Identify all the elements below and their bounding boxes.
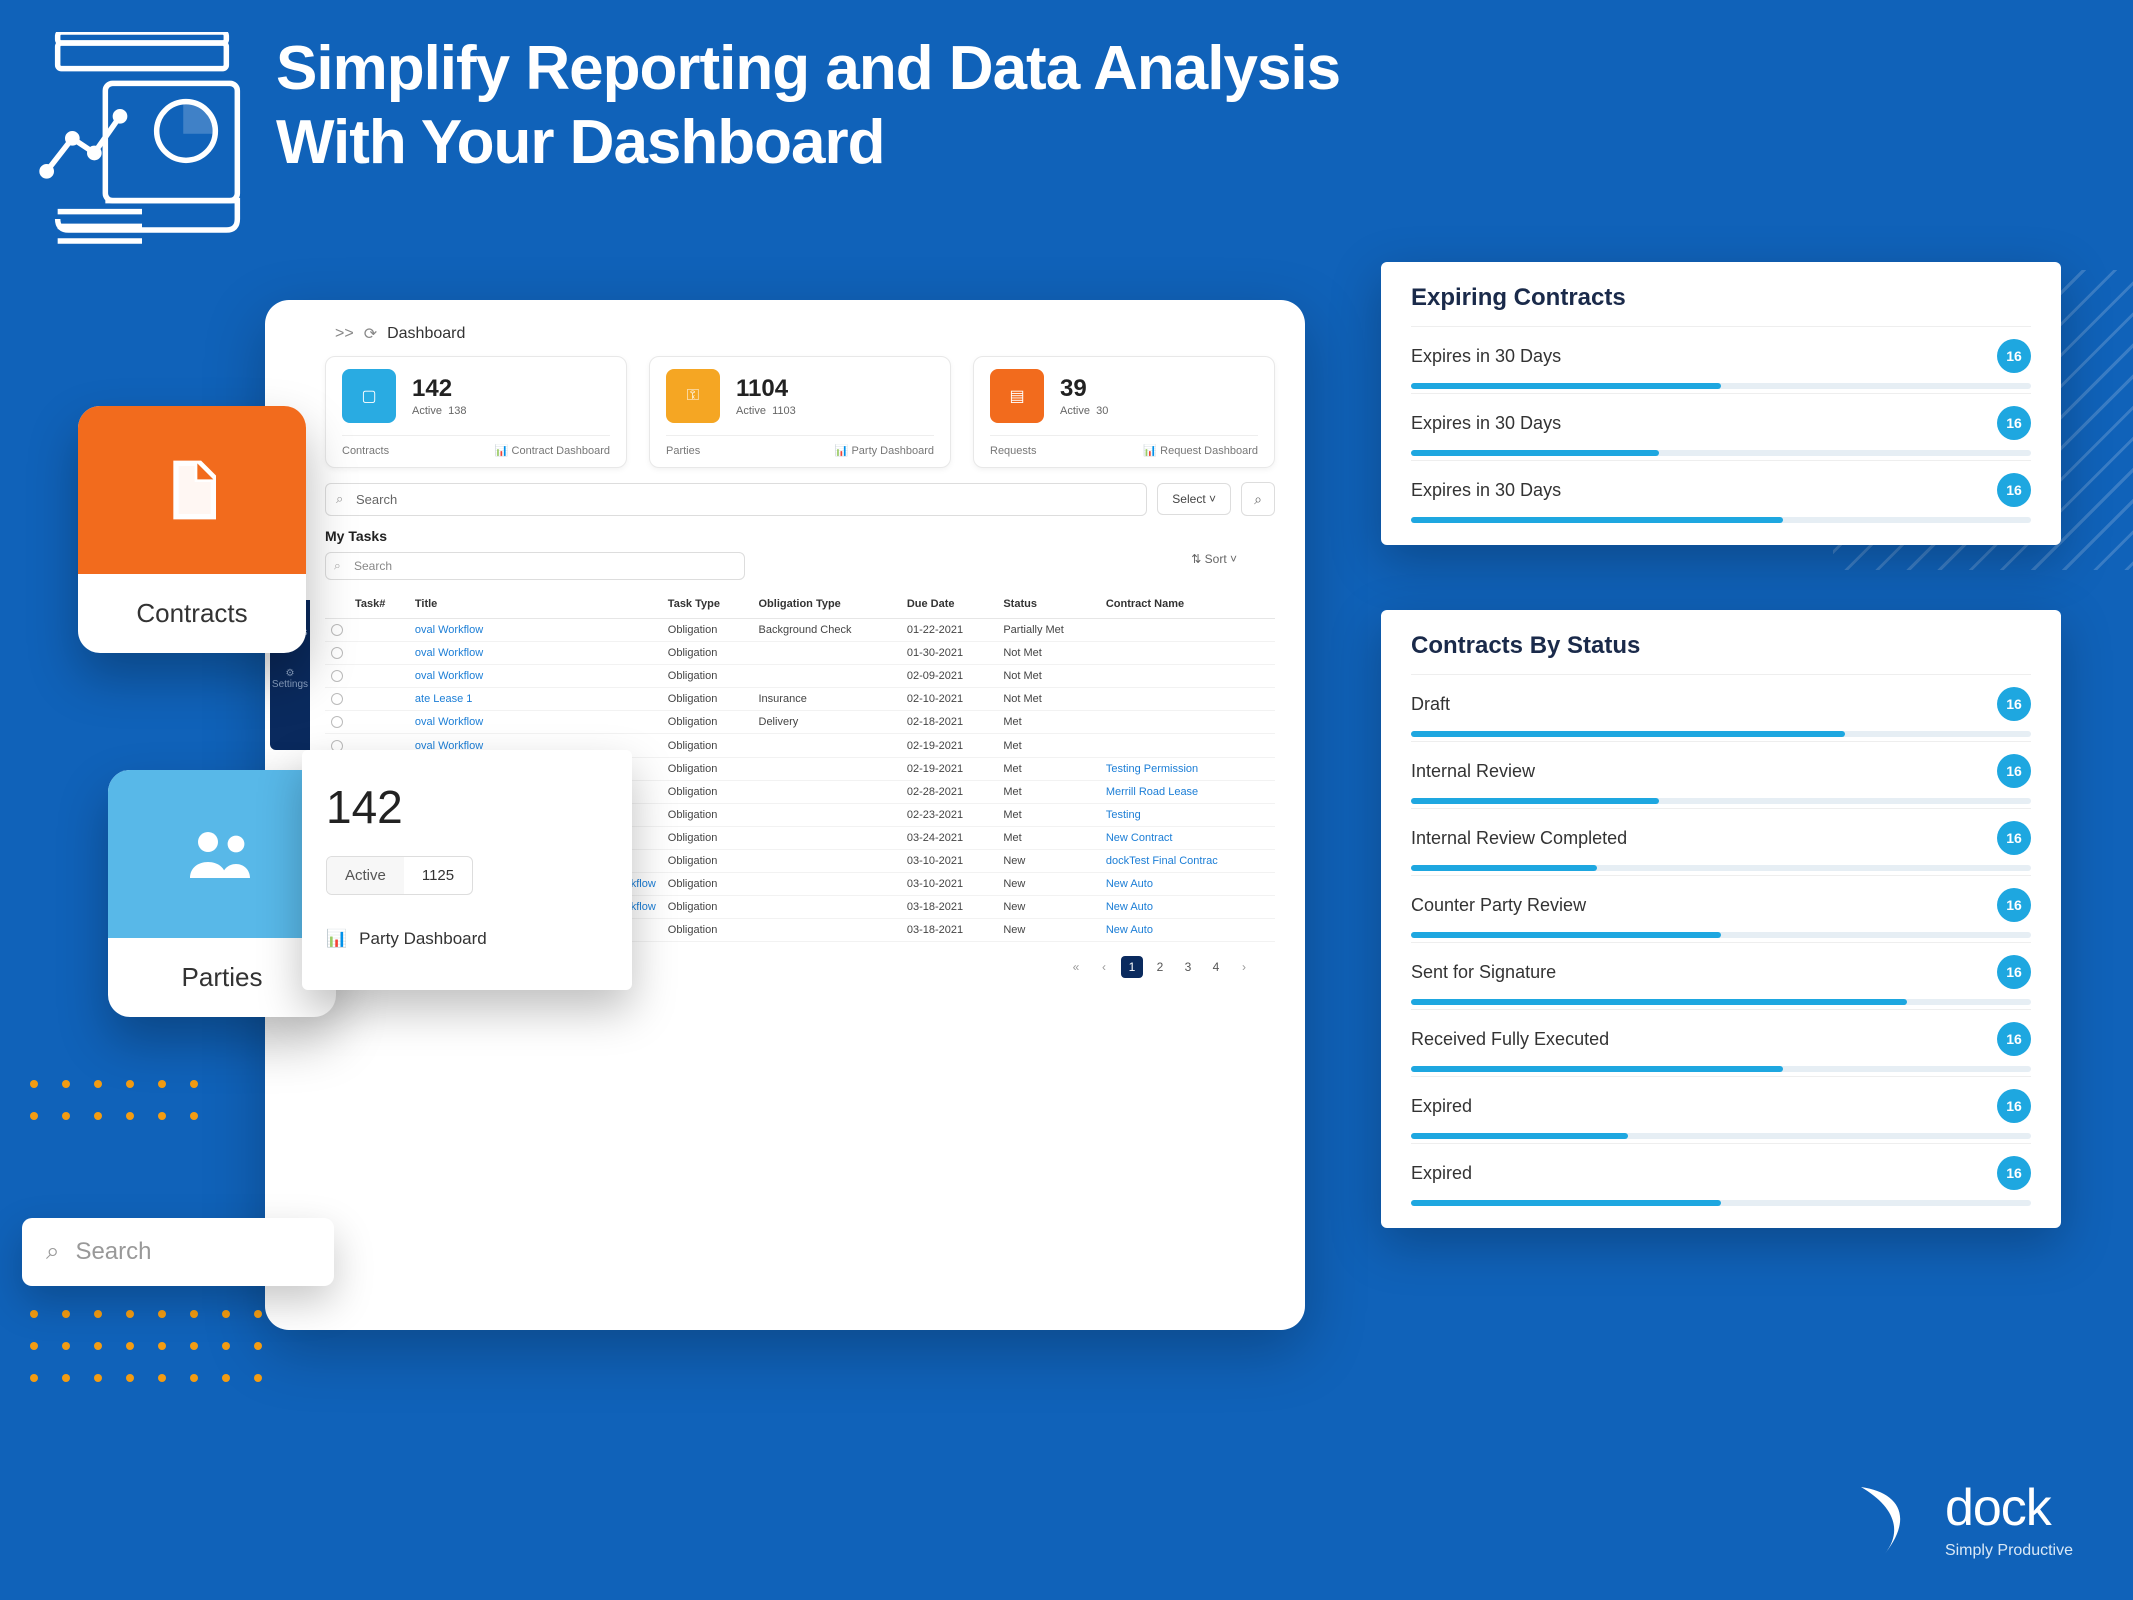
status-row[interactable]: Sent for Signature16 bbox=[1411, 942, 2031, 995]
row-radio[interactable] bbox=[331, 716, 343, 728]
active-badge: Active 1125 bbox=[326, 856, 473, 895]
stat-cards: ▢ 142 Active 138 Contracts📊 Contract Das… bbox=[325, 356, 1275, 468]
expiring-row[interactable]: Expires in 30 Days16 bbox=[1411, 460, 2031, 513]
row-radio[interactable] bbox=[331, 647, 343, 659]
progress-bar bbox=[1411, 1200, 2031, 1206]
party-dashboard-link[interactable]: 📊 Party Dashboard bbox=[326, 929, 608, 949]
status-row[interactable]: Expired16 bbox=[1411, 1143, 2031, 1196]
status-row[interactable]: Counter Party Review16 bbox=[1411, 875, 2031, 928]
expiring-row[interactable]: Expires in 30 Days16 bbox=[1411, 393, 2031, 446]
message-icon: ▤ bbox=[990, 369, 1044, 423]
hero: Simplify Reporting and Data Analysis Wit… bbox=[32, 32, 1340, 252]
dot-decoration bbox=[30, 1310, 262, 1382]
floating-search[interactable]: ⌕ Search bbox=[22, 1218, 334, 1286]
search-icon: ⌕ bbox=[46, 1238, 59, 1266]
brand-logo: dock Simply Productive bbox=[1845, 1478, 2073, 1560]
progress-bar bbox=[1411, 1133, 2031, 1139]
page-4[interactable]: 4 bbox=[1205, 956, 1227, 978]
page-first[interactable]: « bbox=[1065, 956, 1087, 978]
status-row[interactable]: Received Fully Executed16 bbox=[1411, 1009, 2031, 1062]
progress-bar bbox=[1411, 932, 2031, 938]
search-button[interactable]: ⌕ bbox=[1241, 482, 1275, 516]
tile-label: Contracts bbox=[78, 574, 306, 653]
page-next[interactable]: › bbox=[1233, 956, 1255, 978]
tile-contracts[interactable]: Contracts bbox=[78, 406, 306, 653]
progress-bar bbox=[1411, 450, 2031, 456]
table-row[interactable]: oval Workflow Obligation01-30-2021Not Me… bbox=[325, 642, 1275, 665]
status-row[interactable]: Internal Review Completed16 bbox=[1411, 808, 2031, 861]
stat-card-contracts[interactable]: ▢ 142 Active 138 Contracts📊 Contract Das… bbox=[325, 356, 627, 468]
file-icon bbox=[78, 406, 306, 574]
breadcrumb-label: Dashboard bbox=[387, 325, 465, 343]
progress-bar bbox=[1411, 731, 2031, 737]
page-2[interactable]: 2 bbox=[1149, 956, 1171, 978]
progress-bar bbox=[1411, 865, 2031, 871]
progress-bar bbox=[1411, 383, 2031, 389]
progress-bar bbox=[1411, 1066, 2031, 1072]
row-radio[interactable] bbox=[331, 624, 343, 636]
page-prev[interactable]: ‹ bbox=[1093, 956, 1115, 978]
table-row[interactable]: oval Workflow ObligationBackground Check… bbox=[325, 619, 1275, 642]
status-row[interactable]: Draft16 bbox=[1411, 674, 2031, 727]
dot-decoration bbox=[30, 1080, 198, 1120]
refresh-icon[interactable]: ⟳ bbox=[364, 324, 377, 344]
progress-bar bbox=[1411, 999, 2031, 1005]
party-number: 142 bbox=[326, 780, 608, 834]
breadcrumb-arrow: >> bbox=[335, 325, 354, 343]
stat-card-parties[interactable]: ⚿ 1104 Active 1103 Parties📊 Party Dashbo… bbox=[649, 356, 951, 468]
nav-settings[interactable]: ⚙Settings bbox=[272, 668, 308, 690]
document-icon: ▢ bbox=[342, 369, 396, 423]
global-search-input[interactable]: Search bbox=[325, 483, 1147, 516]
status-row[interactable]: Expired16 bbox=[1411, 1076, 2031, 1129]
progress-bar bbox=[1411, 798, 2031, 804]
table-row[interactable]: ate Lease 1 ObligationInsurance02-10-202… bbox=[325, 688, 1275, 711]
expiring-row[interactable]: Expires in 30 Days16 bbox=[1411, 326, 2031, 379]
party-detail-card: 142 Active 1125 📊 Party Dashboard bbox=[302, 750, 632, 990]
chart-icon: 📊 Contract Dashboard bbox=[495, 444, 610, 457]
row-radio[interactable] bbox=[331, 670, 343, 682]
table-row[interactable]: oval Workflow Obligation02-09-2021Not Me… bbox=[325, 665, 1275, 688]
hero-title-line1: Simplify Reporting and Data Analysis bbox=[276, 32, 1340, 106]
page-1[interactable]: 1 bbox=[1121, 956, 1143, 978]
key-icon: ⚿ bbox=[666, 369, 720, 423]
stat-number: 142 bbox=[412, 375, 466, 403]
contracts-by-status-panel: Contracts By Status Draft16 Internal Rev… bbox=[1381, 610, 2061, 1228]
panel-title: Contracts By Status bbox=[1411, 632, 2031, 660]
analytics-icon bbox=[32, 32, 252, 252]
expiring-contracts-panel: Expiring Contracts Expires in 30 Days16 … bbox=[1381, 262, 2061, 545]
hero-title-line2: With Your Dashboard bbox=[276, 106, 1340, 180]
progress-bar bbox=[1411, 517, 2031, 523]
row-radio[interactable] bbox=[331, 693, 343, 705]
stat-card-requests[interactable]: ▤ 39 Active 30 Requests📊 Request Dashboa… bbox=[973, 356, 1275, 468]
panel-title: Expiring Contracts bbox=[1411, 284, 2031, 312]
sort-button[interactable]: ⇅ Sort ˅ bbox=[1191, 552, 1237, 566]
table-row[interactable]: oval Workflow ObligationDelivery02-18-20… bbox=[325, 711, 1275, 734]
page-3[interactable]: 3 bbox=[1177, 956, 1199, 978]
bar-chart-icon: 📊 bbox=[326, 929, 347, 949]
tasks-search-input[interactable]: Search bbox=[325, 552, 745, 580]
breadcrumb: >> ⟳ Dashboard bbox=[335, 324, 1275, 344]
status-row[interactable]: Internal Review16 bbox=[1411, 741, 2031, 794]
my-tasks-title: My Tasks bbox=[325, 528, 1275, 544]
dock-icon bbox=[1845, 1479, 1925, 1559]
select-dropdown[interactable]: Select ˅ bbox=[1157, 483, 1231, 515]
